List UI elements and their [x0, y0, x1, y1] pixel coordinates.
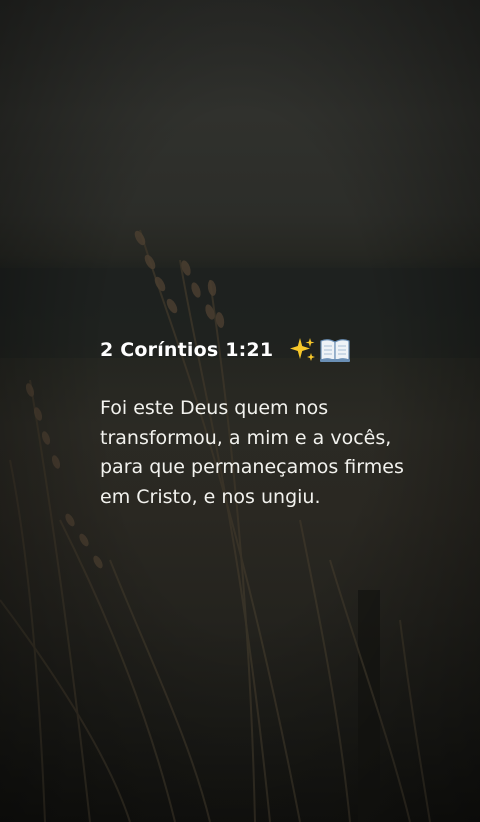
story-screen: 2 Coríntios 1:21 Foi este Deus quem nos …: [0, 0, 480, 822]
reference-row: 2 Coríntios 1:21: [100, 334, 450, 366]
open-book-icon: [320, 339, 351, 363]
emoji-group: [289, 336, 351, 364]
sparkles-icon: [290, 338, 316, 361]
verse-reference: 2 Coríntios 1:21: [100, 339, 274, 361]
verse-block: 2 Coríntios 1:21 Foi este Deus quem nos …: [100, 334, 450, 512]
verse-text: Foi este Deus quem nos transformou, a mi…: [100, 397, 404, 508]
